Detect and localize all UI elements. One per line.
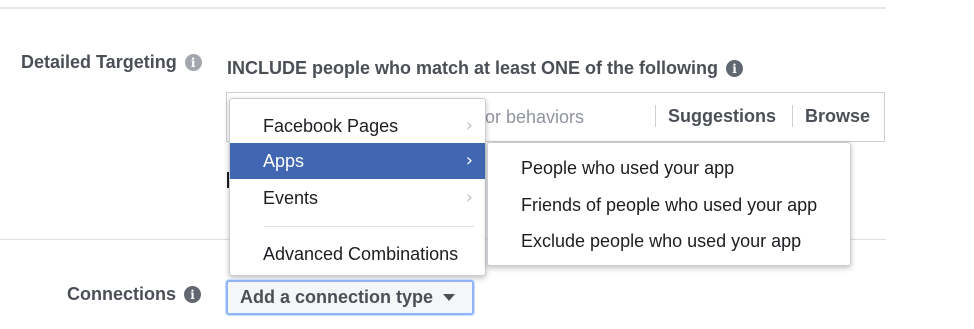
connections-label: Connections — [67, 284, 177, 304]
chevron-right-icon: › — [465, 150, 473, 171]
menu-item-apps[interactable]: Apps › — [230, 143, 485, 179]
top-divider — [0, 7, 886, 9]
submenu-item-exclude-used-app[interactable]: Exclude people who used your app — [521, 223, 801, 259]
browse-button[interactable]: Browse — [792, 105, 870, 127]
connection-button-label: Add a connection type — [240, 287, 434, 307]
chevron-right-icon: › — [465, 115, 473, 136]
chevron-right-icon: › — [465, 187, 473, 208]
browse-menu: Facebook Pages › Apps › Events › Advance… — [229, 98, 486, 276]
detailed-targeting-label: Detailed Targeting — [21, 52, 177, 72]
include-text: INCLUDE people who match at least ONE of… — [227, 58, 719, 78]
caret-down-icon — [443, 294, 456, 301]
search-placeholder: or behaviors — [485, 107, 585, 127]
info-icon[interactable]: i — [726, 60, 744, 77]
menu-separator — [264, 226, 474, 227]
menu-item-label: Facebook Pages — [263, 116, 399, 136]
submenu-item-people-used-app[interactable]: People who used your app — [521, 150, 734, 186]
menu-item-label: Advanced Combinations — [263, 244, 459, 264]
apps-submenu: People who used your app Friends of peop… — [487, 142, 851, 266]
connections-label-row: Connections i — [67, 284, 202, 305]
menu-item-label: Apps — [263, 151, 305, 171]
add-connection-type-button[interactable]: Add a connection type — [226, 280, 474, 315]
info-icon[interactable]: i — [184, 286, 202, 303]
menu-item-facebook-pages[interactable]: Facebook Pages › — [230, 108, 485, 144]
detailed-targeting-label-row: Detailed Targeting i — [21, 52, 202, 73]
menu-item-advanced-combinations[interactable]: Advanced Combinations — [230, 236, 485, 272]
submenu-item-friends-used-app[interactable]: Friends of people who used your app — [521, 187, 817, 223]
include-instructions: INCLUDE people who match at least ONE of… — [227, 58, 744, 79]
menu-item-label: Events — [263, 188, 319, 208]
info-icon[interactable]: i — [184, 54, 202, 71]
menu-item-events[interactable]: Events › — [230, 180, 485, 216]
suggestions-button[interactable]: Suggestions — [655, 105, 776, 127]
